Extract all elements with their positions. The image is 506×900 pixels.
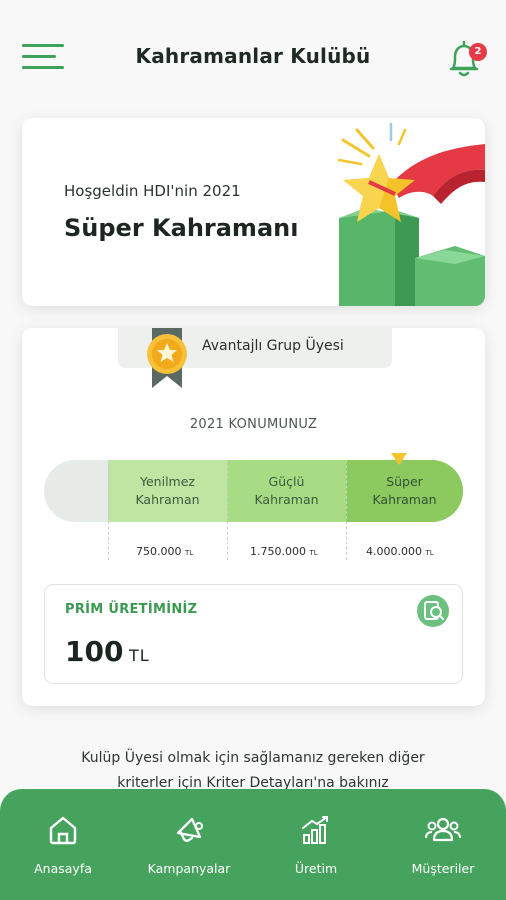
megaphone-icon — [176, 817, 203, 842]
tab-uretim[interactable]: Üretim — [253, 789, 379, 900]
tab-kampanyalar[interactable]: Kampanyalar — [126, 789, 252, 900]
tab-label: Müşteriler — [411, 861, 475, 876]
level-threshold: 750.000 TL — [136, 545, 194, 558]
level-segment: Yenilmez Kahraman — [108, 460, 227, 522]
premium-value: 100 — [65, 635, 124, 668]
premium-label: PRİM ÜRETİMİNİZ — [65, 602, 198, 617]
level-threshold: 1.750.000 TL — [250, 545, 318, 558]
level-segment: Güçlü Kahraman — [227, 460, 346, 522]
users-icon — [425, 817, 461, 842]
chart-growth-icon — [302, 816, 328, 844]
tab-label: Anasayfa — [34, 861, 92, 876]
document-search-icon[interactable] — [417, 595, 449, 627]
app-header: Kahramanlar Kulübü 2 — [0, 0, 506, 100]
level-divider — [108, 460, 109, 560]
tab-anasayfa[interactable]: Anasayfa — [0, 789, 126, 900]
welcome-banner: Hoşgeldin HDI'nin 2021 Süper Kahramanı — [22, 118, 485, 306]
club-status-card: Avantajlı Grup Üyesi 2021 KONUMUNUZ Yeni… — [22, 328, 485, 706]
current-level-marker — [391, 453, 407, 465]
page-title: Kahramanlar Kulübü — [135, 44, 371, 68]
position-title: 2021 KONUMUNUZ — [189, 417, 318, 432]
tab-musteriler[interactable]: Müşteriler — [380, 789, 506, 900]
premium-unit: TL — [129, 646, 150, 665]
level-progress-track: Yenilmez Kahraman Güçlü Kahraman Süper Kahr… — [44, 460, 463, 522]
level-threshold: 4.000.000 TL — [366, 545, 434, 558]
notification-badge: 2 — [469, 43, 487, 61]
superhero-star-illustration — [337, 122, 485, 306]
home-icon — [49, 816, 77, 845]
membership-label: Avantajlı Grup Üyesi — [202, 338, 344, 354]
level-divider — [227, 460, 228, 560]
bottom-tab-bar: Anasayfa Kampanyalar Üretim Müşteriler — [0, 789, 506, 900]
premium-production-box: PRİM ÜRETİMİNİZ 100 TL — [44, 584, 463, 684]
tab-label: Kampanyalar — [147, 861, 231, 876]
level-divider — [346, 460, 347, 560]
welcome-headline: Süper Kahramanı — [64, 214, 299, 242]
welcome-greeting: Hoşgeldin HDI'nin 2021 — [64, 182, 241, 200]
tab-label: Üretim — [294, 861, 338, 876]
medal-icon — [147, 328, 187, 388]
level-segment-current: Süper Kahraman — [346, 460, 463, 522]
